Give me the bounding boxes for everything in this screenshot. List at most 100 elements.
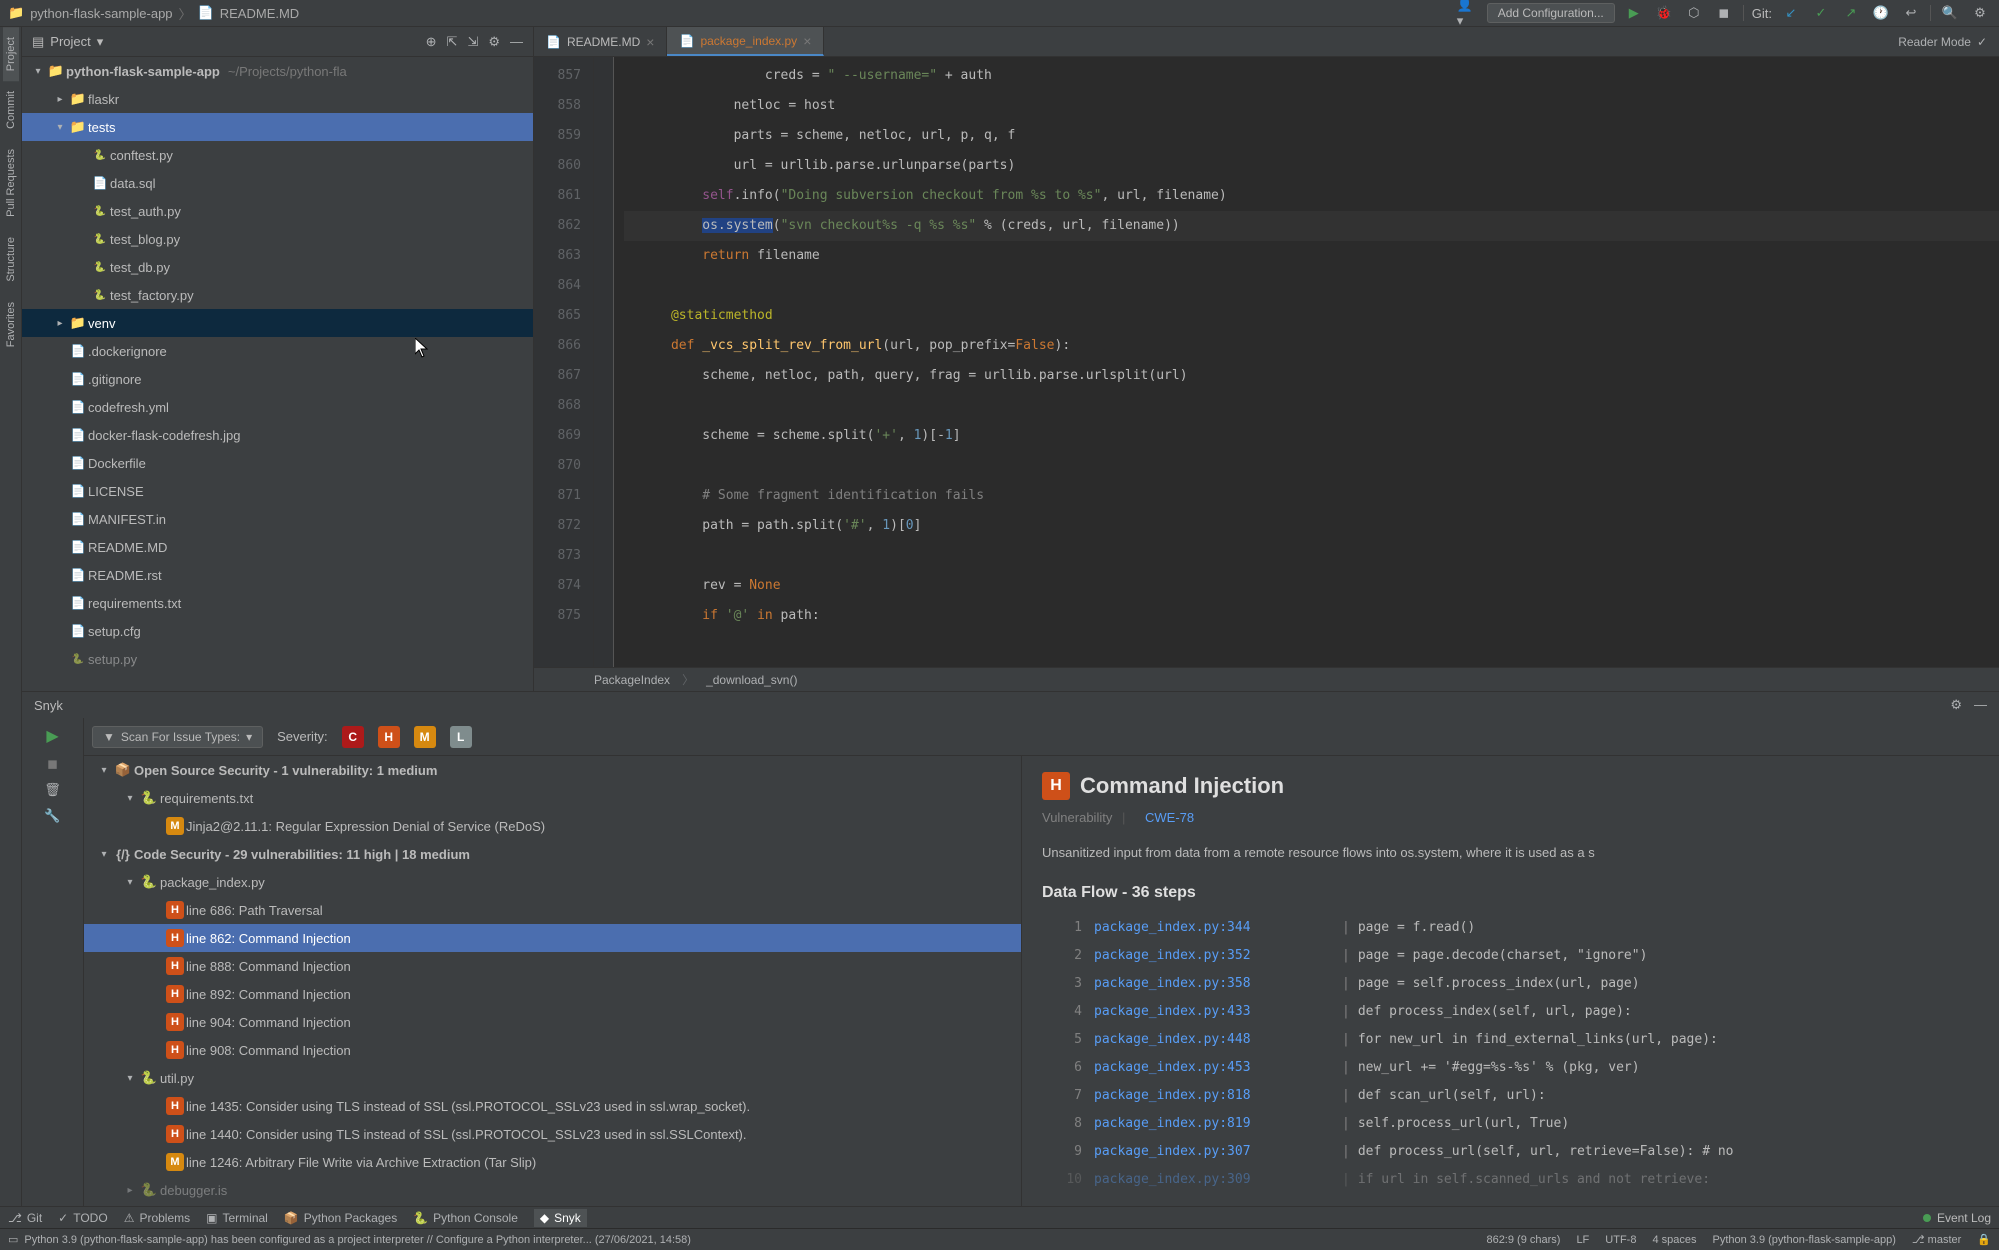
expand-icon[interactable]: ⇱	[447, 34, 458, 50]
bottom-tab-problems[interactable]: ⚠Problems	[124, 1211, 190, 1225]
severity-critical[interactable]: C	[342, 726, 364, 748]
tree-arrow[interactable]: ▾	[52, 122, 68, 133]
file-link[interactable]: package_index.py:453	[1094, 1054, 1334, 1082]
tree-row[interactable]: ▾📁tests	[22, 113, 533, 141]
dataflow-row[interactable]: 4package_index.py:433|def process_index(…	[1042, 998, 1979, 1026]
tree-arrow[interactable]: ▾	[122, 877, 138, 888]
tree-arrow[interactable]: ▸	[122, 1185, 138, 1196]
tree-row[interactable]: ▸📄data.sql	[22, 169, 533, 197]
code-area[interactable]: creds = " --username=" + auth netloc = h…	[614, 57, 1999, 667]
snyk-tree-row[interactable]: Hline 1440: Consider using TLS instead o…	[84, 1120, 1021, 1148]
breadcrumb-class[interactable]: PackageIndex	[594, 673, 670, 687]
snyk-tree-row[interactable]: Hline 892: Command Injection	[84, 980, 1021, 1008]
file-link[interactable]: package_index.py:433	[1094, 998, 1334, 1026]
snyk-tree-row[interactable]: Hline 904: Command Injection	[84, 1008, 1021, 1036]
file-link[interactable]: package_index.py:818	[1094, 1082, 1334, 1110]
tree-row[interactable]: ▸📄requirements.txt	[22, 589, 533, 617]
close-icon[interactable]: ×	[803, 33, 811, 49]
bottom-tab-terminal[interactable]: ▣Terminal	[206, 1211, 268, 1225]
editor-breadcrumb[interactable]: PackageIndex 〉 _download_svn()	[534, 667, 1999, 691]
status-cursor[interactable]: 862:9 (9 chars)	[1486, 1234, 1560, 1246]
collapse-icon[interactable]: ⇲	[467, 34, 478, 50]
lock-icon[interactable]: 🔒	[1977, 1233, 1991, 1246]
tree-row[interactable]: ▸📄README.rst	[22, 561, 533, 589]
editor-tab[interactable]: 📄README.MD×	[534, 27, 667, 56]
project-tree[interactable]: ▾ 📁 python-flask-sample-app ~/Projects/p…	[22, 57, 533, 691]
snyk-tree-row[interactable]: ▾{/}Code Security - 29 vulnerabilities: …	[84, 840, 1021, 868]
breadcrumb-method[interactable]: _download_svn()	[706, 673, 797, 687]
tree-row[interactable]: ▸🐍test_blog.py	[22, 225, 533, 253]
rail-tab-project[interactable]: Project	[3, 27, 19, 81]
scan-filter-button[interactable]: ▼ Scan For Issue Types: ▾	[92, 726, 263, 748]
user-icon[interactable]: 👤▾	[1457, 2, 1479, 24]
dataflow-row[interactable]: 1package_index.py:344|page = f.read()	[1042, 914, 1979, 942]
snyk-tree-row[interactable]: Hline 908: Command Injection	[84, 1036, 1021, 1064]
status-encoding[interactable]: UTF-8	[1605, 1234, 1636, 1246]
bottom-tab-python-console[interactable]: 🐍Python Console	[413, 1211, 518, 1225]
tree-arrow[interactable]: ▾	[122, 1073, 138, 1084]
close-icon[interactable]: ×	[646, 34, 654, 50]
tree-arrow[interactable]: ▸	[52, 318, 68, 329]
tree-row[interactable]: ▸📄README.MD	[22, 533, 533, 561]
tree-row[interactable]: ▸📄.dockerignore	[22, 337, 533, 365]
add-configuration-button[interactable]: Add Configuration...	[1487, 3, 1615, 23]
dataflow-row[interactable]: 8package_index.py:819|self.process_url(u…	[1042, 1110, 1979, 1138]
chevron-down-icon[interactable]: ▾	[30, 66, 46, 77]
status-message[interactable]: Python 3.9 (python-flask-sample-app) has…	[24, 1234, 691, 1246]
run-icon[interactable]: ▶	[1623, 2, 1645, 24]
tree-row[interactable]: ▸🐍test_auth.py	[22, 197, 533, 225]
dropdown-icon[interactable]: ▾	[97, 34, 104, 50]
hide-icon[interactable]: —	[510, 34, 523, 50]
settings-icon[interactable]: ⚙	[1969, 2, 1991, 24]
tree-row[interactable]: ▸🐍test_factory.py	[22, 281, 533, 309]
status-indent[interactable]: 4 spaces	[1652, 1234, 1696, 1246]
tree-row[interactable]: ▸📁venv	[22, 309, 533, 337]
cwe-link[interactable]: CWE-78	[1145, 810, 1194, 825]
snyk-tree-row[interactable]: Mline 1246: Arbitrary File Write via Arc…	[84, 1148, 1021, 1176]
file-link[interactable]: package_index.py:309	[1094, 1166, 1334, 1194]
tree-row[interactable]: ▸📄MANIFEST.in	[22, 505, 533, 533]
git-rollback-icon[interactable]: ↩	[1900, 2, 1922, 24]
tree-row[interactable]: ▸📄setup.cfg	[22, 617, 533, 645]
rail-tab-structure[interactable]: Structure	[3, 227, 19, 292]
editor-body[interactable]: 857 858 859 860 861 862 863 864 865 866 …	[534, 57, 1999, 667]
tree-arrow[interactable]: ▾	[96, 849, 112, 860]
snyk-tree-row[interactable]: Hline 686: Path Traversal	[84, 896, 1021, 924]
tree-row[interactable]: ▸🐍setup.py	[22, 645, 533, 673]
breadcrumb-file[interactable]: README.MD	[220, 6, 299, 21]
file-link[interactable]: package_index.py:358	[1094, 970, 1334, 998]
coverage-icon[interactable]: ⬡	[1683, 2, 1705, 24]
dataflow-row[interactable]: 6package_index.py:453|new_url += '#egg=%…	[1042, 1054, 1979, 1082]
dataflow-row[interactable]: 2package_index.py:352|page = page.decode…	[1042, 942, 1979, 970]
git-history-icon[interactable]: 🕐	[1870, 2, 1892, 24]
tree-row[interactable]: ▸📄docker-flask-codefresh.jpg	[22, 421, 533, 449]
dataflow-row[interactable]: 5package_index.py:448|for new_url in fin…	[1042, 1026, 1979, 1054]
project-title[interactable]: Project	[50, 34, 90, 49]
file-link[interactable]: package_index.py:307	[1094, 1138, 1334, 1166]
file-link[interactable]: package_index.py:352	[1094, 942, 1334, 970]
play-icon[interactable]: ▶	[46, 726, 58, 746]
git-pull-icon[interactable]: ↙	[1780, 2, 1802, 24]
dataflow-row[interactable]: 3package_index.py:358|page = self.proces…	[1042, 970, 1979, 998]
debug-icon[interactable]: 🐞	[1653, 2, 1675, 24]
stop-icon[interactable]: ◼	[1713, 2, 1735, 24]
severity-medium[interactable]: M	[414, 726, 436, 748]
tree-arrow[interactable]: ▾	[122, 793, 138, 804]
bottom-tab-snyk[interactable]: ◆Snyk	[534, 1209, 587, 1227]
file-link[interactable]: package_index.py:344	[1094, 914, 1334, 942]
editor-tab[interactable]: 📄package_index.py×	[667, 27, 824, 56]
status-line-ending[interactable]: LF	[1576, 1234, 1589, 1246]
snyk-tree-row[interactable]: Hline 862: Command Injection	[84, 924, 1021, 952]
locate-icon[interactable]: ⊕	[426, 34, 437, 50]
gutter-fold[interactable]	[594, 57, 614, 667]
tree-row[interactable]: ▸🐍test_db.py	[22, 253, 533, 281]
snyk-tree-row[interactable]: ▸🐍debugger.is	[84, 1176, 1021, 1204]
snyk-tree-row[interactable]: ▾🐍requirements.txt	[84, 784, 1021, 812]
git-commit-icon[interactable]: ✓	[1810, 2, 1832, 24]
tree-row[interactable]: ▸📁flaskr	[22, 85, 533, 113]
file-link[interactable]: package_index.py:819	[1094, 1110, 1334, 1138]
hide-icon[interactable]: —	[1974, 697, 1987, 713]
tree-row[interactable]: ▸📄.gitignore	[22, 365, 533, 393]
snyk-tree-row[interactable]: ▾🐍util.py	[84, 1064, 1021, 1092]
tree-row[interactable]: ▸📄codefresh.yml	[22, 393, 533, 421]
